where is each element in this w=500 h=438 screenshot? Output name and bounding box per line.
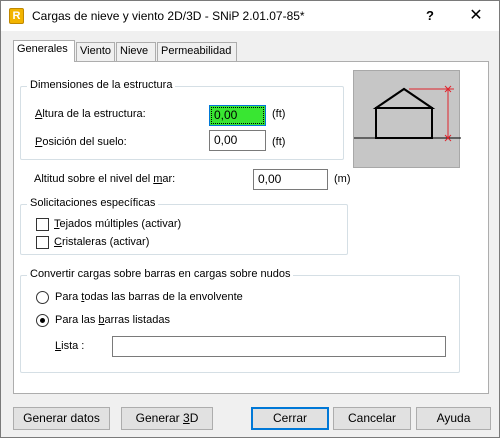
label-todas[interactable]: Para todas las barras de la envolvente [55,291,243,303]
tejados-checkbox[interactable] [36,218,49,231]
ayuda-button[interactable]: Ayuda [416,407,491,430]
dialog-window: R Cargas de nieve y viento 2D/3D - SNiP … [0,0,500,438]
generar-3d-button[interactable]: Generar 3D [121,407,213,430]
label-cristaleras[interactable]: Cristaleras (activar) [54,236,149,248]
group-title-convertir: Convertir cargas sobre barras en cargas … [27,268,294,280]
close-icon[interactable]: ✕ [453,1,499,31]
building-body [375,107,433,139]
cancelar-button[interactable]: Cancelar [333,407,411,430]
building-preview-drawing [354,85,461,142]
todas-radio[interactable] [36,291,49,304]
tab-permeabilidad[interactable]: Permeabilidad [157,42,237,61]
label-lista: Lista : [55,340,85,352]
cristaleras-checkbox[interactable] [36,236,49,249]
title-bar[interactable]: R Cargas de nieve y viento 2D/3D - SNiP … [1,1,499,31]
tab-nieve[interactable]: Nieve [116,42,156,61]
listadas-radio[interactable] [36,314,49,327]
building-roof [372,87,436,109]
group-title-solicitaciones: Solicitaciones específicas [27,197,159,209]
app-logo-icon: R [9,8,24,24]
generar-datos-button[interactable]: Generar datos [13,407,110,430]
posicion-input[interactable]: 0,00 [209,130,266,151]
tab-viento[interactable]: Viento [76,42,115,61]
altitud-input[interactable]: 0,00 [253,169,328,190]
cerrar-button[interactable]: Cerrar [251,407,329,430]
unit-altura: (ft) [272,108,286,120]
group-title-dimensiones: Dimensiones de la estructura [27,79,176,91]
unit-posicion: (ft) [272,136,286,148]
building-dimension-preview [353,70,461,168]
unit-altitud: (m) [334,173,351,185]
altura-input[interactable]: 0,00 [209,105,266,126]
help-icon[interactable]: ? [407,1,453,31]
label-listadas[interactable]: Para las barras listadas [55,314,170,326]
label-posicion: Posición del suelo: [35,136,127,148]
window-title: Cargas de nieve y viento 2D/3D - SNiP 2.… [32,9,305,23]
label-tejados[interactable]: Tejados múltiples (activar) [54,218,181,230]
group-dimensiones: Dimensiones de la estructura [20,79,344,160]
label-altitud: Altitud sobre el nivel del mar: [34,173,176,185]
label-altura: Altura de la estructura: [35,108,146,120]
lista-input[interactable] [112,336,446,357]
tab-generales[interactable]: Generales [13,40,75,62]
